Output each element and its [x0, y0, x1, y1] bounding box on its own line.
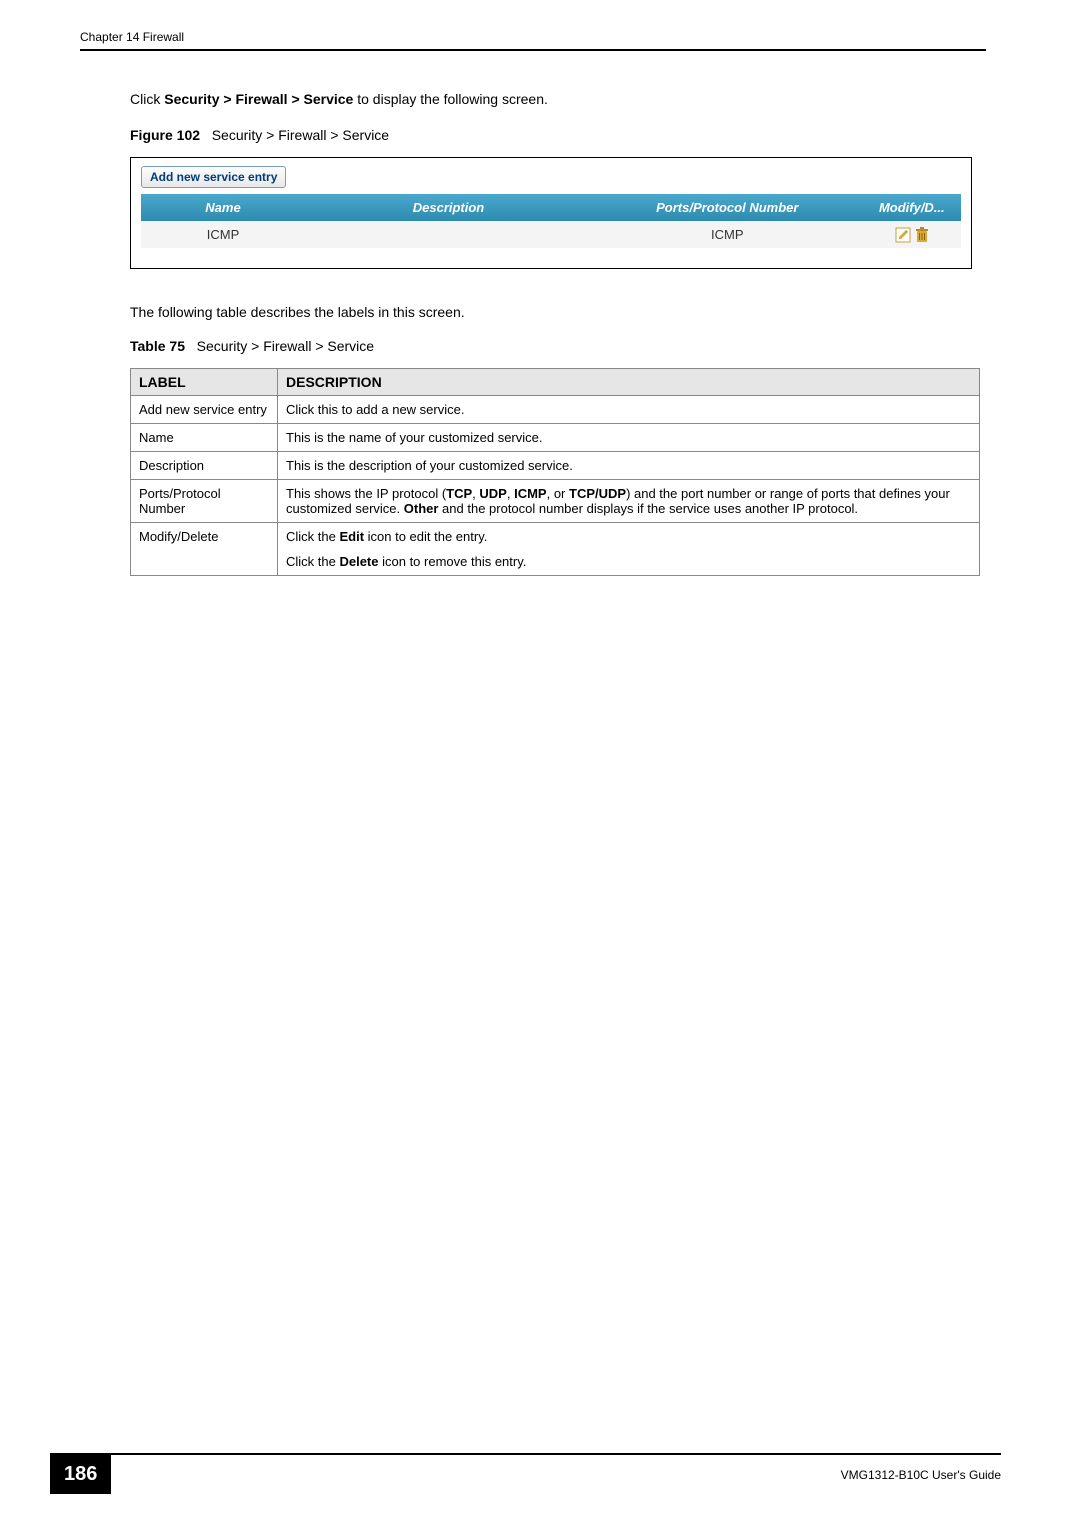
table-row: Description This is the description of y… [131, 451, 980, 479]
p2-b: Delete [339, 554, 378, 569]
col-description: Description [305, 194, 592, 221]
row-desc: This shows the IP protocol (TCP, UDP, IC… [278, 479, 980, 522]
t3-pre: This shows the IP protocol ( [286, 486, 446, 501]
page-number: 186 [50, 1455, 111, 1494]
description-table: LABEL DESCRIPTION Add new service entry … [130, 368, 980, 576]
t3-b2: UDP [479, 486, 506, 501]
desc-table-header-row: LABEL DESCRIPTION [131, 368, 980, 395]
intro-prefix: Click [130, 91, 164, 107]
p2-post: icon to remove this entry. [379, 554, 527, 569]
table-row: Ports/Protocol Number This shows the IP … [131, 479, 980, 522]
desc-header-label: LABEL [131, 368, 278, 395]
chapter-header: Chapter 14 Firewall [80, 30, 986, 44]
p1-b: Edit [339, 529, 364, 544]
intro-paragraph: Click Security > Firewall > Service to d… [130, 91, 986, 107]
row-desc: Click the Edit icon to edit the entry. C… [278, 522, 980, 575]
t3-b5: Other [404, 501, 439, 516]
row-label: Description [131, 451, 278, 479]
figure-caption-text: Security > Firewall > Service [212, 127, 389, 143]
row-label: Add new service entry [131, 395, 278, 423]
add-service-button[interactable]: Add new service entry [141, 166, 286, 188]
page-footer: 186 VMG1312-B10C User's Guide [0, 1453, 1066, 1494]
col-name: Name [141, 194, 305, 221]
t3-c5: and the protocol number displays if the … [438, 501, 858, 516]
cell-description [305, 221, 592, 248]
figure-caption: Figure 102 Security > Firewall > Service [130, 127, 986, 143]
t3-b3: ICMP [514, 486, 547, 501]
table-label: Table 75 [130, 338, 185, 354]
delete-icon[interactable] [915, 226, 929, 241]
row-label: Modify/Delete [131, 522, 278, 575]
row-label: Name [131, 423, 278, 451]
row-label: Ports/Protocol Number [131, 479, 278, 522]
desc-header-desc: DESCRIPTION [278, 368, 980, 395]
service-table-header-row: Name Description Ports/Protocol Number M… [141, 194, 961, 221]
table-row: Modify/Delete Click the Edit icon to edi… [131, 522, 980, 575]
cell-ports: ICMP [592, 221, 863, 248]
t3-b1: TCP [446, 486, 472, 501]
row-desc: This is the name of your customized serv… [278, 423, 980, 451]
below-figure-text: The following table describes the labels… [130, 304, 986, 320]
t3-c3: , or [547, 486, 569, 501]
table-row: Add new service entry Click this to add … [131, 395, 980, 423]
modify-delete-para: Click the Delete icon to remove this ent… [286, 554, 971, 569]
col-modify: Modify/D... [863, 194, 961, 221]
cell-name: ICMP [141, 221, 305, 248]
table-caption: Table 75 Security > Firewall > Service [130, 338, 986, 354]
cell-modify [863, 221, 961, 248]
row-desc: Click this to add a new service. [278, 395, 980, 423]
table-row: Name This is the name of your customized… [131, 423, 980, 451]
col-ports: Ports/Protocol Number [592, 194, 863, 221]
screenshot: Add new service entry Name Description P… [130, 157, 972, 269]
t3-c2: , [507, 486, 514, 501]
table-caption-text: Security > Firewall > Service [197, 338, 374, 354]
header-divider [80, 49, 986, 51]
guide-name: VMG1312-B10C User's Guide [841, 1468, 1001, 1482]
p1-post: icon to edit the entry. [364, 529, 487, 544]
edit-icon[interactable] [895, 226, 915, 241]
service-table: Name Description Ports/Protocol Number M… [141, 194, 961, 248]
p1-pre: Click the [286, 529, 339, 544]
intro-suffix: to display the following screen. [353, 91, 548, 107]
p2-pre: Click the [286, 554, 339, 569]
table-row: ICMP ICMP [141, 221, 961, 248]
figure-label: Figure 102 [130, 127, 200, 143]
t3-b4: TCP/UDP [569, 486, 626, 501]
intro-path: Security > Firewall > Service [164, 91, 353, 107]
modify-edit-para: Click the Edit icon to edit the entry. [286, 529, 971, 544]
row-desc: This is the description of your customiz… [278, 451, 980, 479]
